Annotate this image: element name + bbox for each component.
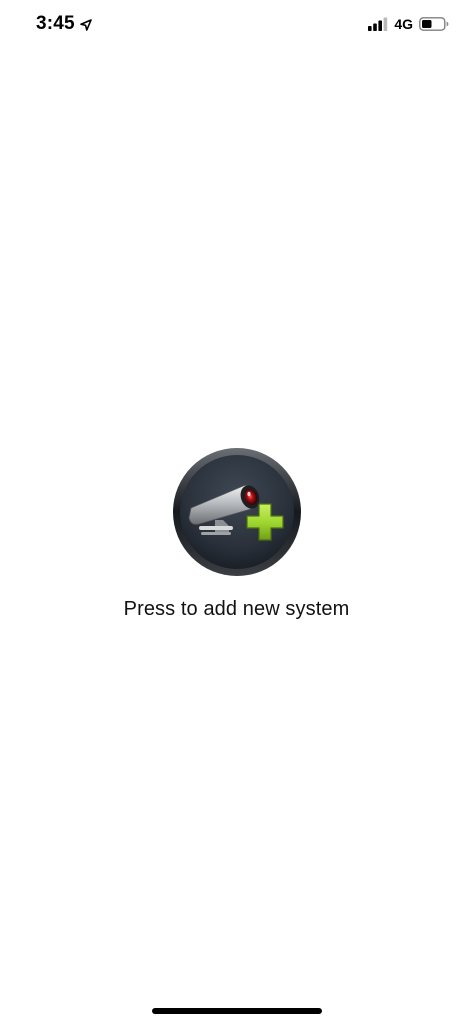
network-type: 4G xyxy=(394,16,413,32)
status-right: 4G xyxy=(368,16,449,32)
cellular-signal-icon xyxy=(368,17,388,31)
status-left: 3:45 xyxy=(36,13,92,35)
add-system-label[interactable]: Press to add new system xyxy=(124,598,350,621)
security-camera-add-icon xyxy=(172,448,301,576)
add-system-area: Press to add new system xyxy=(0,446,473,621)
add-system-button[interactable] xyxy=(171,446,303,578)
battery-icon xyxy=(419,17,449,31)
location-arrow-icon xyxy=(80,18,92,31)
status-bar: 3:45 4G xyxy=(0,0,473,50)
status-time: 3:45 xyxy=(36,13,75,34)
home-indicator[interactable] xyxy=(152,1008,322,1014)
